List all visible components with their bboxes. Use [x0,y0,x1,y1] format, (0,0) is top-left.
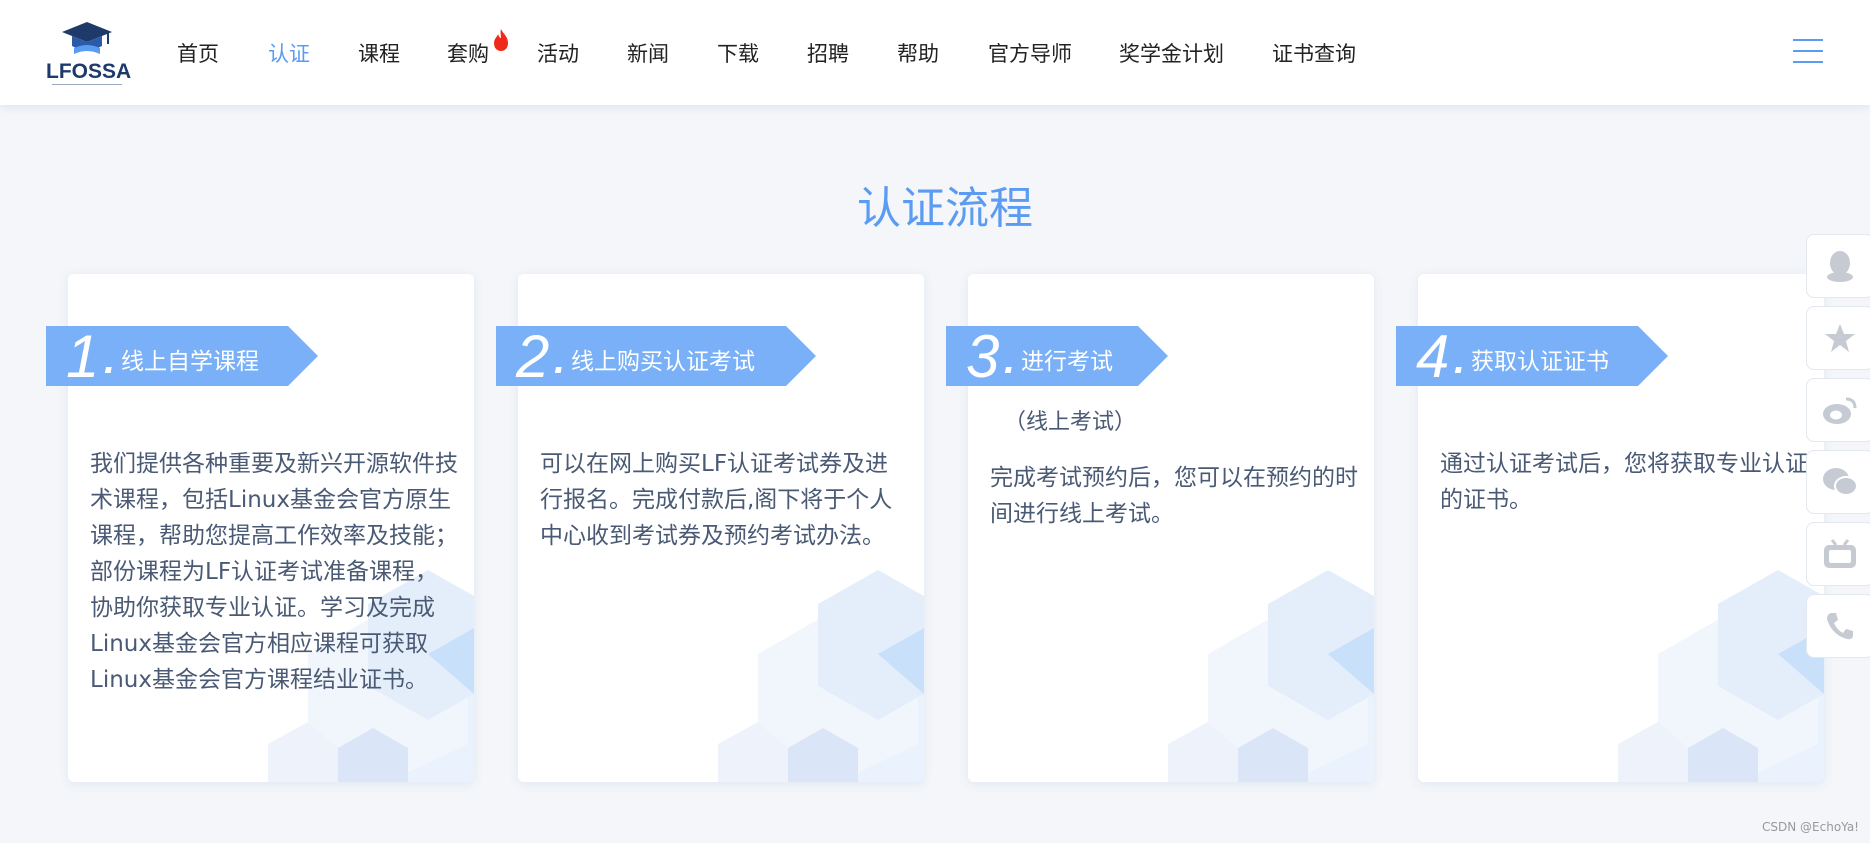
step-number: 2 [516,323,550,390]
step-description: 我们提供各种重要及新兴开源软件技术课程，包括Linux基金会官方原生课程，帮助您… [90,451,458,693]
nav-item-courses[interactable]: 课程 [358,38,400,68]
step-note: （线上考试） [1004,410,1137,435]
star-icon [1825,324,1855,352]
weibo-button[interactable] [1806,378,1870,442]
nav-item-jobs[interactable]: 招聘 [807,38,849,68]
nav-item-certificate-lookup[interactable]: 证书查询 [1272,38,1356,68]
logo-text: LFOSSA [46,60,132,83]
step-ribbon-4: 4 . 获取认证证书 [1396,323,1668,390]
step-number-dot: . [1004,338,1016,382]
fire-icon [491,28,511,57]
wechat-button[interactable] [1806,450,1870,514]
qq-button[interactable] [1806,234,1870,298]
graduation-cap-icon [62,22,112,54]
watermark: CSDN @EchoYa! [1762,820,1859,834]
bilibili-icon [1824,539,1856,568]
phone-button[interactable] [1806,594,1870,658]
nav-item-certification[interactable]: 认证 [268,38,310,68]
nav-item-news[interactable]: 新闻 [627,38,669,68]
hamburger-icon[interactable] [1793,37,1823,65]
step-title: 获取认证证书 [1471,349,1609,375]
nav-item-home[interactable]: 首页 [177,38,219,68]
nav-item-instructors[interactable]: 官方导师 [988,38,1072,68]
step-number-dot: . [104,338,116,382]
step-number: 4 [1416,323,1450,390]
logo-underline [52,84,122,86]
step-title: 线上自学课程 [121,349,259,375]
step-number-dot: . [1454,338,1466,382]
site-header: LFOSSA 首页 认证 课程 套购 活动 新闻 下载 招聘 帮助 官方导师 奖… [0,0,1870,105]
qq-icon [1827,251,1853,282]
section-title: 认证流程 [857,183,1033,234]
logo[interactable]: LFOSSA [46,20,132,88]
step-description: 通过认证考试后，您将获取专业认证的证书。 [1440,451,1808,513]
nav-item-scholarship[interactable]: 奖学金计划 [1119,38,1224,68]
step-ribbon-3: 3 . 进行考试 [946,323,1168,390]
wechat-icon [1823,468,1858,496]
step-title: 进行考试 [1021,349,1113,375]
step-ribbon-2: 2 . 线上购买认证考试 [496,323,816,390]
nav-item-help[interactable]: 帮助 [897,38,939,68]
nav-item-events[interactable]: 活动 [537,38,579,68]
nav-item-downloads[interactable]: 下载 [717,38,759,68]
step-number-dot: . [554,338,566,382]
step-description: 完成考试预约后，您可以在预约的时间进行线上考试。 [990,465,1358,527]
weibo-icon [1823,397,1857,424]
step-ribbon-1: 1 . 线上自学课程 [46,323,318,390]
favorite-button[interactable] [1806,306,1870,370]
step-description: 可以在网上购买LF认证考试券及进行报名。完成付款后,阁下将于个人中心收到考试券及… [540,451,893,549]
phone-icon [1827,613,1853,640]
bilibili-button[interactable] [1806,522,1870,586]
step-number: 1 [66,323,100,390]
step-title: 线上购买认证考试 [571,349,755,375]
step-number: 3 [966,323,1000,390]
nav-item-bundles[interactable]: 套购 [447,38,489,68]
